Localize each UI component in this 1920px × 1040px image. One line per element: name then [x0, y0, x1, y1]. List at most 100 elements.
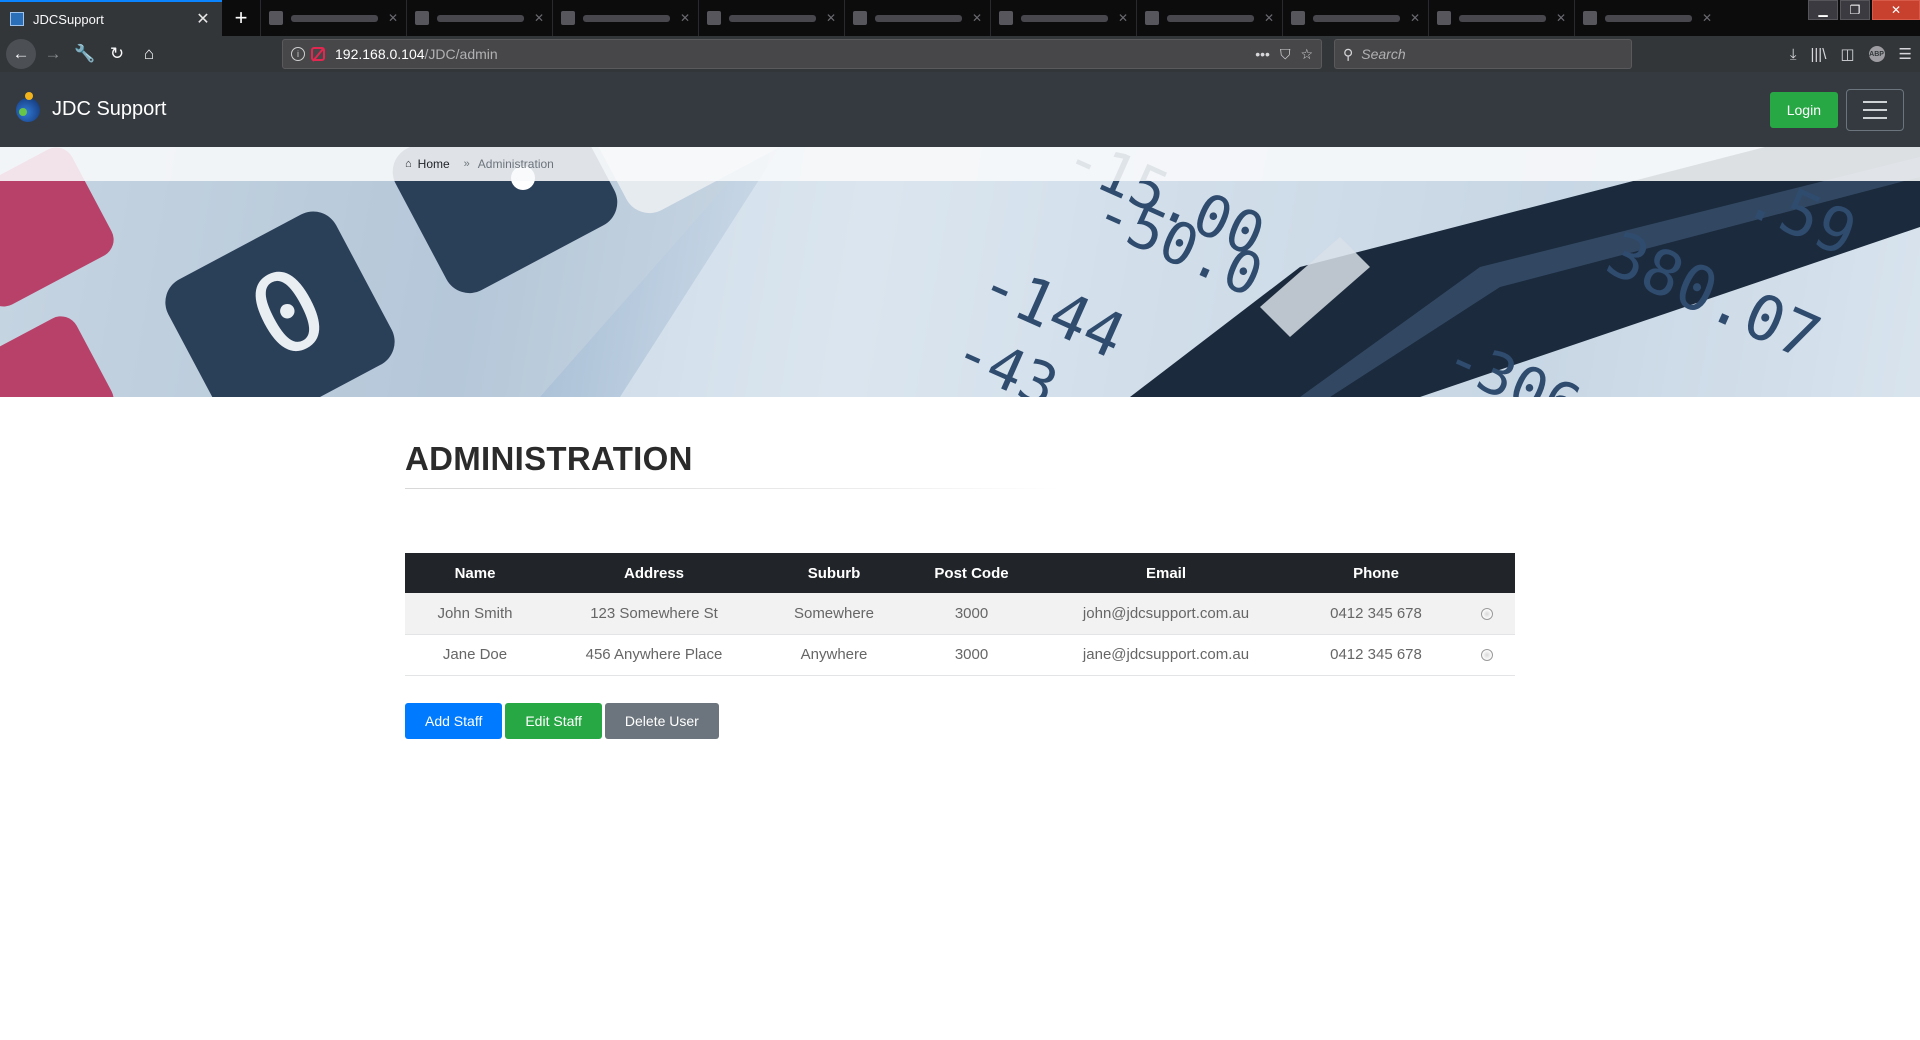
browser-tab[interactable]: ✕: [552, 0, 698, 36]
delete-user-button[interactable]: Delete User: [604, 702, 719, 739]
column-header-email: Email: [1038, 553, 1294, 593]
cell-phone: 0412 345 678: [1294, 593, 1458, 635]
page-actions-more-icon[interactable]: •••: [1255, 46, 1270, 62]
jdc-logo-icon[interactable]: [16, 91, 40, 122]
tab-close-icon[interactable]: ✕: [1264, 11, 1274, 25]
tab-close-icon[interactable]: ✕: [194, 9, 212, 29]
bookmark-star-icon[interactable]: ☆: [1300, 46, 1313, 63]
cell-postcode: 3000: [905, 634, 1038, 676]
cell-postcode: 3000: [905, 593, 1038, 635]
browser-tab[interactable]: ✕: [844, 0, 990, 36]
tab-title-blurred: [1313, 14, 1400, 22]
tab-close-icon[interactable]: ✕: [1410, 11, 1420, 25]
forward-button[interactable]: →: [38, 39, 68, 69]
hero-banner-image: 0 -15.00 -50.0 -144 -43 .59 380.07 -306 …: [0, 147, 1920, 397]
tab-favicon-icon: [853, 11, 867, 25]
navbar-toggler-button[interactable]: [1846, 88, 1904, 131]
new-tab-button[interactable]: +: [222, 0, 260, 36]
column-header-suburb: Suburb: [763, 553, 905, 593]
tab-close-icon[interactable]: ✕: [1702, 11, 1712, 25]
site-navbar: JDC Support Login: [0, 72, 1920, 147]
tab-favicon-icon: [999, 11, 1013, 25]
tab-title-blurred: [437, 14, 524, 22]
browser-tab[interactable]: ✕: [990, 0, 1136, 36]
tab-close-icon[interactable]: ✕: [826, 11, 836, 25]
column-header-postcode: Post Code: [905, 553, 1038, 593]
column-header-phone: Phone: [1294, 553, 1458, 593]
adblock-plus-icon[interactable]: ABP: [1868, 46, 1885, 62]
cell-select: [1458, 593, 1515, 635]
table-header-row: Name Address Suburb Post Code Email Phon…: [405, 553, 1515, 593]
hamburger-line: [1863, 100, 1887, 103]
cell-address: 123 Somewhere St: [545, 593, 763, 635]
tab-title-blurred: [1021, 14, 1108, 22]
column-header-select: [1458, 553, 1515, 593]
calculator-and-pen-illustration: 0 -15.00 -50.0 -144 -43 .59 380.07 -306: [0, 147, 1920, 397]
search-input[interactable]: ⚲ Search: [1334, 39, 1632, 69]
row-select-radio[interactable]: [1480, 649, 1493, 662]
pocket-icon[interactable]: ⛉: [1280, 46, 1291, 63]
cell-select: [1458, 634, 1515, 676]
maximize-window-button[interactable]: ❐: [1840, 0, 1870, 20]
add-staff-button[interactable]: Add Staff: [405, 702, 503, 739]
edit-staff-button[interactable]: Edit Staff: [505, 702, 602, 739]
tab-close-icon[interactable]: ✕: [388, 11, 398, 25]
browser-tab-strip: JDCSupport ✕ + ✕ ✕ ✕ ✕ ✕ ✕ ✕ ✕ ✕ ✕ ▁ ❐ ✕: [0, 0, 1920, 36]
cell-email: jane@jdcsupport.com.au: [1038, 634, 1294, 676]
home-button[interactable]: ⌂: [134, 39, 164, 69]
tab-close-icon[interactable]: ✕: [680, 11, 690, 25]
browser-tab-active[interactable]: JDCSupport ✕: [0, 0, 222, 36]
header-actions: Login: [1769, 88, 1904, 131]
tab-favicon-icon: [561, 11, 575, 25]
login-button[interactable]: Login: [1769, 91, 1838, 128]
browser-tab[interactable]: ✕: [260, 0, 406, 36]
main-content: ADMINISTRATION Name Address Suburb Post …: [405, 440, 1515, 739]
close-window-button[interactable]: ✕: [1872, 0, 1920, 20]
breadcrumb-home-link[interactable]: Home: [418, 157, 450, 171]
tab-close-icon[interactable]: ✕: [1556, 11, 1566, 25]
address-bar[interactable]: i 192.168.0.104/JDC/admin ••• ⛉ ☆: [282, 39, 1322, 69]
breadcrumb-bar: [0, 147, 1920, 181]
tab-title-blurred: [875, 14, 962, 22]
search-placeholder: Search: [1361, 46, 1406, 62]
cell-suburb: Somewhere: [763, 593, 905, 635]
tab-close-icon[interactable]: ✕: [534, 11, 544, 25]
browser-tab[interactable]: ✕: [698, 0, 844, 36]
table-row[interactable]: John Smith 123 Somewhere St Somewhere 30…: [405, 593, 1515, 635]
site-favicon-icon: [10, 12, 24, 26]
table-row[interactable]: Jane Doe 456 Anywhere Place Anywhere 300…: [405, 634, 1515, 676]
tab-close-icon[interactable]: ✕: [972, 11, 982, 25]
library-icon[interactable]: |||\: [1811, 46, 1827, 63]
tab-title-blurred: [1459, 14, 1546, 22]
url-path: /JDC/admin: [424, 46, 498, 62]
insecure-connection-icon[interactable]: [311, 47, 325, 61]
cell-suburb: Anywhere: [763, 634, 905, 676]
browser-tab[interactable]: ✕: [1136, 0, 1282, 36]
cell-address: 456 Anywhere Place: [545, 634, 763, 676]
back-button[interactable]: ←: [6, 39, 36, 69]
cell-phone: 0412 345 678: [1294, 634, 1458, 676]
tab-close-icon[interactable]: ✕: [1118, 11, 1128, 25]
window-controls: ▁ ❐ ✕: [1806, 0, 1920, 36]
brand-name[interactable]: JDC Support: [52, 98, 167, 121]
downloads-icon[interactable]: ⤓: [1790, 46, 1797, 63]
browser-tab[interactable]: ✕: [1574, 0, 1720, 36]
tab-title-blurred: [1167, 14, 1254, 22]
hamburger-line: [1863, 108, 1887, 111]
home-icon: ⌂: [405, 158, 412, 170]
site-info-icon[interactable]: i: [291, 47, 305, 61]
row-select-radio[interactable]: [1480, 607, 1493, 620]
minimize-window-button[interactable]: ▁: [1808, 0, 1838, 20]
tab-title-blurred: [583, 14, 670, 22]
browser-tab[interactable]: ✕: [1282, 0, 1428, 36]
reload-button[interactable]: ↻: [102, 39, 132, 69]
tools-wrench-icon[interactable]: 🔧: [70, 39, 100, 69]
browser-tab[interactable]: ✕: [406, 0, 552, 36]
menu-hamburger-icon[interactable]: ☰: [1899, 45, 1912, 63]
search-icon: ⚲: [1343, 45, 1354, 62]
sidebar-icon[interactable]: ◫: [1840, 45, 1854, 63]
staff-table: Name Address Suburb Post Code Email Phon…: [405, 553, 1515, 676]
browser-tab[interactable]: ✕: [1428, 0, 1574, 36]
tab-favicon-icon: [1145, 11, 1159, 25]
tab-favicon-icon: [707, 11, 721, 25]
